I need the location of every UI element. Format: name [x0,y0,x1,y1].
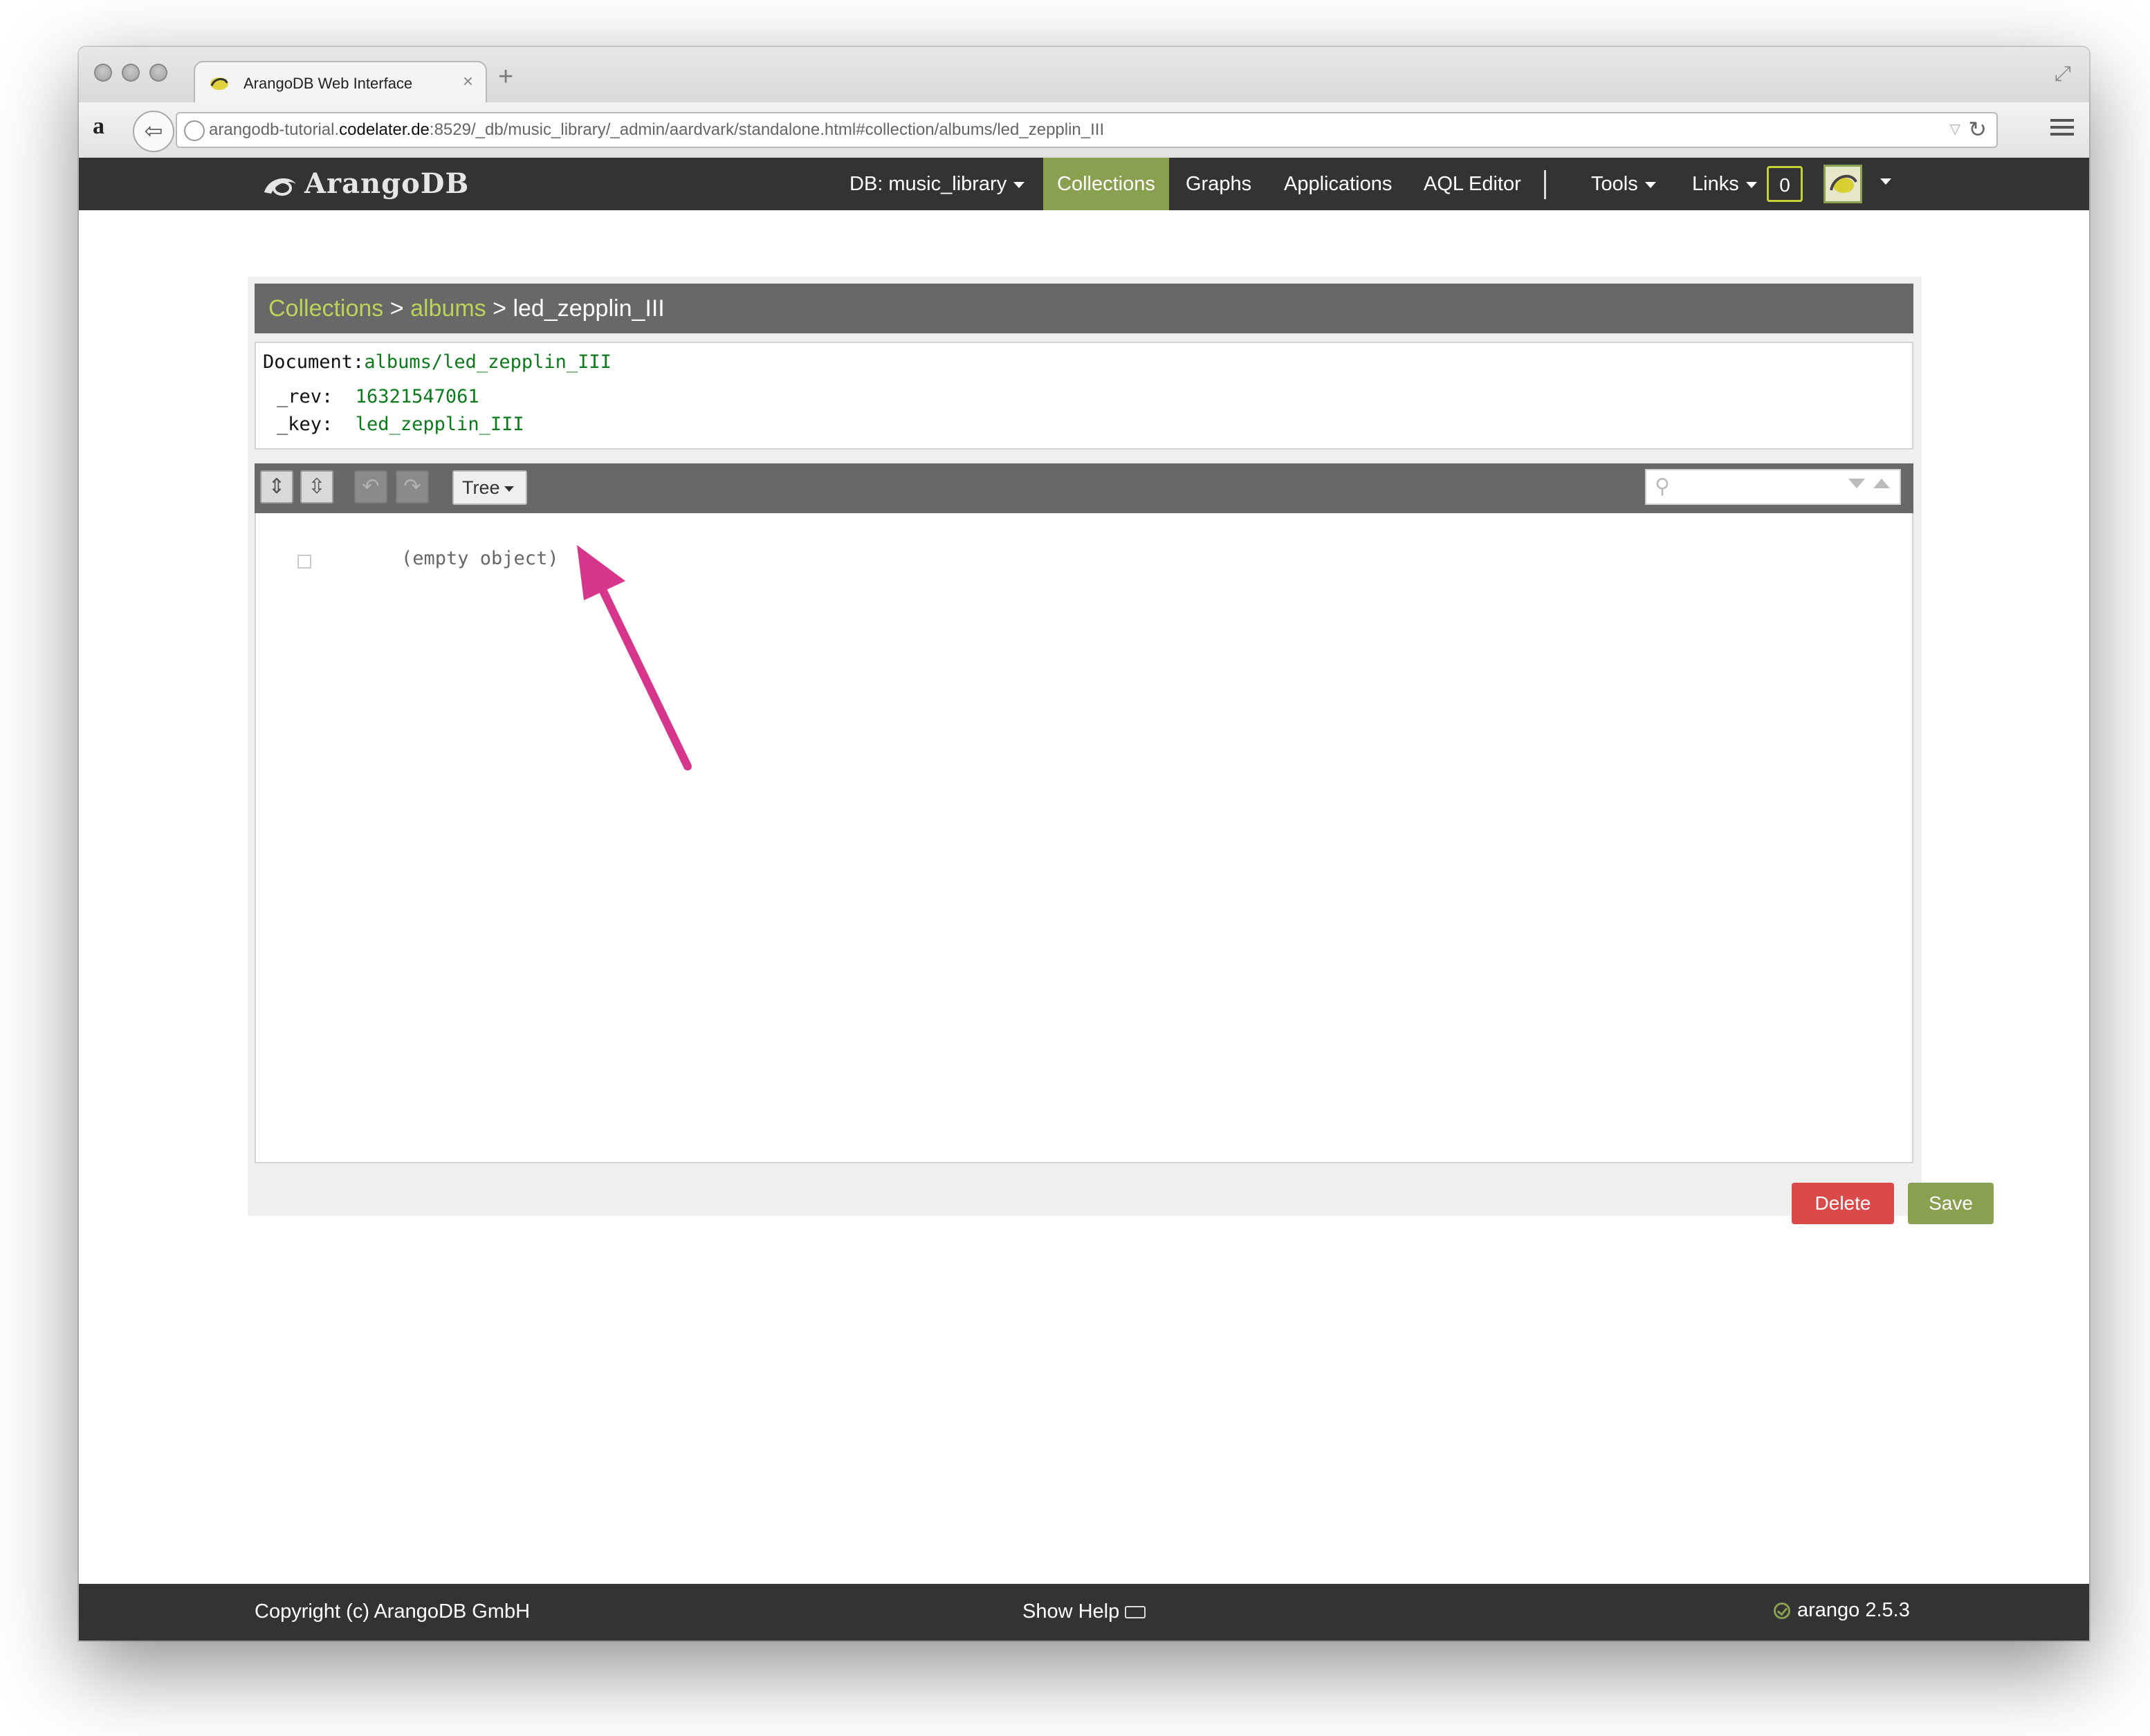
url-text: arangodb-tutorial.codelater.de:8529/_db/… [209,120,1105,139]
undo-button[interactable]: ↶ [354,470,387,504]
nav-collections[interactable]: Collections [1043,158,1169,210]
browser-window: ArangoDB Web Interface × + ⤢ a ⇦ arangod… [79,47,2089,1641]
avocado-avatar-icon [1830,174,1857,193]
keyboard-icon [1125,1606,1146,1619]
app-navbar: ArangoDB DB: music_library Collections G… [79,158,2089,210]
minimize-window-button[interactable] [122,64,140,82]
chevron-down-icon [1745,181,1757,188]
nav-aql-editor[interactable]: AQL Editor [1410,158,1535,210]
browser-toolbar: a ⇦ arangodb-tutorial.codelater.de:8529/… [79,102,2089,159]
breadcrumb-separator: > [493,295,506,322]
close-window-button[interactable] [94,64,112,82]
search-icon: ⚲ [1655,475,1670,498]
breadcrumb-collection-link[interactable]: albums [410,295,486,322]
browser-menu-icon[interactable] [2050,115,2074,140]
breadcrumb: Collections > albums > led_zepplin_III [255,284,1913,333]
document-panel: Collections > albums > led_zepplin_III D… [248,277,1994,1224]
notifications-badge[interactable]: 0 [1767,166,1803,202]
arangodb-logo[interactable]: ArangoDB [261,167,469,200]
chevron-down-icon [504,486,514,492]
nav-graphs[interactable]: Graphs [1172,158,1265,210]
user-menu-chevron-icon[interactable] [1880,178,1891,185]
empty-object-label: (empty object) [401,548,559,569]
user-avatar[interactable] [1823,165,1862,203]
back-button[interactable]: ⇦ [133,111,174,152]
show-help-link[interactable]: Show Help [1022,1600,1146,1623]
chevron-down-icon [1013,181,1025,188]
tab-close-icon[interactable]: × [463,71,473,92]
document-key-row: _key: led_zepplin_III [277,414,524,435]
address-bar[interactable]: arangodb-tutorial.codelater.de:8529/_db/… [176,112,1998,148]
amazon-extension-icon[interactable]: a [93,113,104,140]
document-id: albums/led_zepplin_III [364,351,612,373]
nav-applications[interactable]: Applications [1270,158,1406,210]
save-button[interactable]: Save [1908,1183,1994,1224]
document-id-row: Document:albums/led_zepplin_III [263,351,612,373]
breadcrumb-separator: > [389,295,404,322]
new-tab-button[interactable]: + [498,62,513,92]
document-key: led_zepplin_III [355,414,524,435]
expand-all-button[interactable]: ⇕ [260,470,293,504]
json-editor-body[interactable]: (empty object) [255,513,1913,1163]
browser-tab[interactable]: ArangoDB Web Interface × [194,61,487,105]
tab-title: ArangoDB Web Interface [244,75,413,92]
footer-version: arango 2.5.3 [1774,1599,1910,1622]
delete-button[interactable]: Delete [1792,1183,1894,1224]
avocado-logo-icon [264,178,296,196]
browser-tab-bar: ArangoDB Web Interface × + ⤢ [79,47,2089,105]
document-rev: 16321547061 [355,386,479,407]
url-dropdown-icon[interactable]: ▽ [1950,120,1960,138]
document-rev-row: _rev: 16321547061 [277,386,479,407]
site-info-icon[interactable] [184,120,205,141]
nav-divider [1544,170,1546,199]
status-ok-icon [1774,1603,1790,1620]
footer: Copyright (c) ArangoDB GmbH Show Help ar… [79,1584,2089,1641]
redo-button[interactable]: ↷ [396,470,429,504]
nav-links[interactable]: Links [1678,158,1771,210]
db-selector[interactable]: DB: music_library [836,158,1038,210]
fullscreen-icon[interactable]: ⤢ [2055,62,2071,86]
editor-search-input[interactable]: ⚲ [1645,469,1901,505]
annotation-arrow-icon [577,545,692,770]
reload-icon[interactable]: ↻ [1968,116,1987,142]
search-previous-icon[interactable] [1873,479,1890,488]
drag-handle-icon[interactable] [297,555,311,569]
chevron-down-icon [1644,181,1656,188]
search-next-icon[interactable] [1848,479,1865,488]
arangodb-favicon-icon [210,77,228,90]
zoom-window-button[interactable] [149,64,167,82]
breadcrumb-document: led_zepplin_III [513,295,665,322]
json-editor-toolbar: ⇕ ⇳ ↶ ↷ Tree ⚲ [255,463,1913,513]
nav-tools[interactable]: Tools [1577,158,1670,210]
footer-copyright: Copyright (c) ArangoDB GmbH [255,1600,531,1623]
breadcrumb-collections-link[interactable]: Collections [268,295,383,322]
collapse-all-button[interactable]: ⇳ [300,470,333,504]
editor-mode-dropdown[interactable]: Tree [452,470,527,505]
document-info: Document:albums/led_zepplin_III _rev: 16… [255,342,1913,450]
